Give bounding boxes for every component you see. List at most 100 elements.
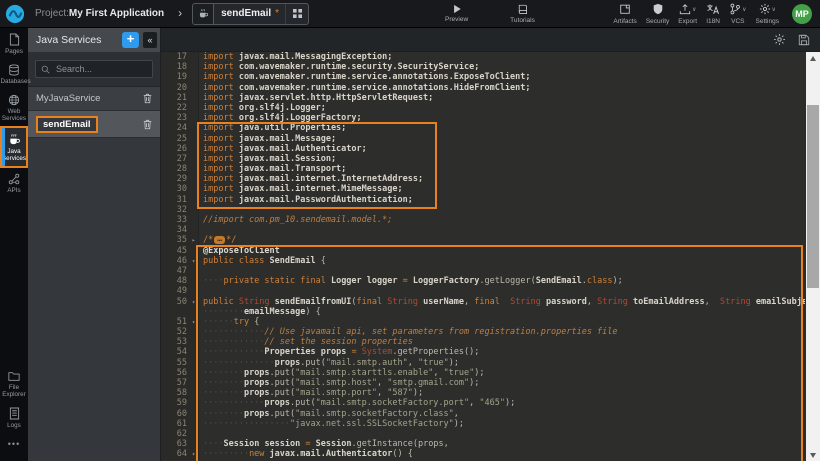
more-options-button[interactable]: ••• bbox=[0, 433, 28, 455]
code-line[interactable]: 22import org.slf4j.Logger; bbox=[161, 103, 820, 113]
sidebar-item-web-services[interactable]: Web Services bbox=[0, 89, 28, 126]
folded-region-badge[interactable]: … bbox=[214, 236, 225, 244]
tool-vcs-button[interactable]: ∨VCS bbox=[729, 3, 746, 25]
service-item-sendemail[interactable]: sendEmail bbox=[28, 111, 160, 138]
code-line[interactable]: 18import com.wavemaker.runtime.security.… bbox=[161, 62, 820, 72]
tab-sendemail[interactable]: sendEmail * bbox=[192, 3, 309, 25]
add-service-button[interactable]: + bbox=[122, 32, 139, 48]
code-line[interactable]: 62 bbox=[161, 429, 820, 439]
tool-label: Settings bbox=[756, 18, 780, 25]
fold-gutter bbox=[189, 439, 199, 449]
sidebar-item-logs[interactable]: Logs bbox=[0, 402, 28, 433]
code-line[interactable]: 52············// Use javamail api, set p… bbox=[161, 327, 820, 337]
code-line[interactable]: 48····private static final Logger logger… bbox=[161, 276, 820, 286]
fold-gutter bbox=[189, 246, 199, 256]
code-line[interactable]: 46▾public class SendEmail { bbox=[161, 256, 820, 266]
code-line[interactable]: 20import com.wavemaker.runtime.service.a… bbox=[161, 83, 820, 93]
code-line[interactable]: 28import javax.mail.Transport; bbox=[161, 164, 820, 174]
code-line[interactable]: ········emailMessage) { bbox=[161, 307, 820, 317]
trash-icon[interactable] bbox=[143, 93, 152, 104]
scroll-up-arrow-icon[interactable] bbox=[806, 52, 820, 64]
code-line[interactable]: 23import org.slf4j.LoggerFactory; bbox=[161, 113, 820, 123]
line-number: 45 bbox=[161, 246, 189, 256]
code-line[interactable]: 64▾·········new javax.mail.Authenticator… bbox=[161, 449, 820, 459]
code-line[interactable]: 58········props.put("mail.smtp.port", "5… bbox=[161, 388, 820, 398]
code-line[interactable]: 55··············props.put("mail.smtp.aut… bbox=[161, 358, 820, 368]
code-line[interactable]: 26import javax.mail.Authenticator; bbox=[161, 144, 820, 154]
code-line[interactable]: 31import javax.mail.PasswordAuthenticati… bbox=[161, 195, 820, 205]
sidebar-item-label: Databases bbox=[1, 78, 28, 85]
tool-export-button[interactable]: ∨Export bbox=[678, 3, 697, 25]
code-line[interactable]: 51▾······try { bbox=[161, 317, 820, 327]
code-line[interactable]: 57········props.put("mail.smtp.host", "s… bbox=[161, 378, 820, 388]
code-text: ········props.put("mail.smtp.port", "587… bbox=[199, 388, 805, 398]
scroll-down-arrow-icon[interactable] bbox=[806, 449, 820, 461]
trash-icon[interactable] bbox=[143, 119, 152, 130]
code-line[interactable]: 50▾public String sendEmailfromUI(final S… bbox=[161, 297, 820, 307]
code-line[interactable]: 32 bbox=[161, 205, 820, 215]
tool-i18n-button[interactable]: I18N bbox=[706, 3, 720, 25]
code-area[interactable]: 17import javax.mail.MessagingException;1… bbox=[161, 52, 820, 461]
tutorials-button[interactable]: Tutorials bbox=[510, 3, 535, 24]
fold-gutter bbox=[189, 429, 199, 439]
code-line[interactable]: 61·················"javax.net.ssl.SSLSoc… bbox=[161, 419, 820, 429]
fold-arrow-icon[interactable]: ▾ bbox=[189, 317, 199, 327]
code-line[interactable]: 63····Session session = Session.getInsta… bbox=[161, 439, 820, 449]
tool-settings-button[interactable]: ∨Settings bbox=[756, 3, 780, 25]
user-avatar[interactable]: MP bbox=[792, 4, 812, 24]
code-line[interactable]: 27import javax.mail.Session; bbox=[161, 154, 820, 164]
code-line[interactable]: 33//import com.pm_10.sendemail.model.*; bbox=[161, 215, 820, 225]
save-icon[interactable] bbox=[798, 34, 810, 46]
fold-gutter bbox=[189, 286, 199, 296]
chevron-down-icon: ∨ bbox=[692, 7, 696, 13]
service-item-myjavaservice[interactable]: MyJavaService bbox=[28, 87, 160, 111]
vertical-scrollbar[interactable] bbox=[806, 52, 820, 461]
fold-arrow-icon[interactable]: ▾ bbox=[189, 449, 199, 459]
code-line[interactable]: 49 bbox=[161, 286, 820, 296]
code-line[interactable]: 30import javax.mail.internet.MimeMessage… bbox=[161, 184, 820, 194]
line-number: 35 bbox=[161, 235, 189, 245]
scrollbar-thumb[interactable] bbox=[807, 105, 819, 288]
code-line[interactable]: 34 bbox=[161, 225, 820, 235]
tool-label: VCS bbox=[731, 18, 744, 25]
fold-arrow-icon[interactable]: ▾ bbox=[189, 256, 199, 266]
collapse-panel-button[interactable]: « bbox=[143, 32, 157, 48]
code-text: @ExposeToClient bbox=[199, 246, 805, 256]
fold-gutter bbox=[189, 62, 199, 72]
code-line[interactable]: 29import javax.mail.internet.InternetAdd… bbox=[161, 174, 820, 184]
code-line[interactable]: 59············props.put("mail.smtp.socke… bbox=[161, 398, 820, 408]
sidebar-item-java-services[interactable]: Java Services bbox=[0, 126, 28, 168]
tool-artifacts-button[interactable]: Artifacts bbox=[613, 3, 636, 25]
sidebar-item-databases[interactable]: Databases bbox=[0, 59, 28, 89]
tool-label: Security bbox=[646, 18, 669, 25]
code-line[interactable]: 45 @ExposeToClient bbox=[161, 246, 820, 256]
code-line[interactable]: 25import javax.mail.Message; bbox=[161, 134, 820, 144]
tool-security-button[interactable]: Security bbox=[646, 3, 669, 25]
code-line[interactable]: 17import javax.mail.MessagingException; bbox=[161, 52, 820, 62]
fold-arrow-icon[interactable]: ▸ bbox=[189, 235, 199, 245]
code-line[interactable]: 56········props.put("mail.smtp.starttls.… bbox=[161, 368, 820, 378]
search-box[interactable] bbox=[35, 60, 153, 78]
code-text: //import com.pm_10.sendemail.model.*; bbox=[199, 215, 805, 225]
preview-button[interactable]: Preview bbox=[445, 4, 468, 23]
code-line[interactable]: 53············// set the session propert… bbox=[161, 337, 820, 347]
editor-settings-gear-icon[interactable] bbox=[773, 33, 786, 46]
code-line[interactable]: 60········props.put("mail.smtp.socketFac… bbox=[161, 409, 820, 419]
sidebar-item-file-explorer[interactable]: File Explorer bbox=[0, 366, 28, 402]
code-line[interactable]: 24import java.util.Properties; bbox=[161, 123, 820, 133]
search-input[interactable] bbox=[54, 63, 148, 75]
code-line[interactable]: 54············Properties props = System.… bbox=[161, 347, 820, 357]
code-line[interactable]: 19import com.wavemaker.runtime.service.a… bbox=[161, 72, 820, 82]
code-line[interactable]: 21import javax.servlet.http.HttpServletR… bbox=[161, 93, 820, 103]
sidebar-item-pages[interactable]: Pages bbox=[0, 28, 28, 59]
workspace-grid-icon[interactable] bbox=[285, 4, 308, 24]
line-number: 50 bbox=[161, 297, 189, 307]
code-line[interactable]: 35▸/*…*/ bbox=[161, 235, 820, 245]
code-line[interactable]: 47 bbox=[161, 266, 820, 276]
fold-gutter bbox=[189, 103, 199, 113]
fold-arrow-icon[interactable]: ▾ bbox=[189, 297, 199, 307]
fold-gutter bbox=[189, 83, 199, 93]
code-text: import com.wavemaker.runtime.service.ann… bbox=[199, 83, 805, 93]
sidebar-item-apis[interactable]: APIs bbox=[0, 168, 28, 198]
fold-gutter bbox=[189, 378, 199, 388]
